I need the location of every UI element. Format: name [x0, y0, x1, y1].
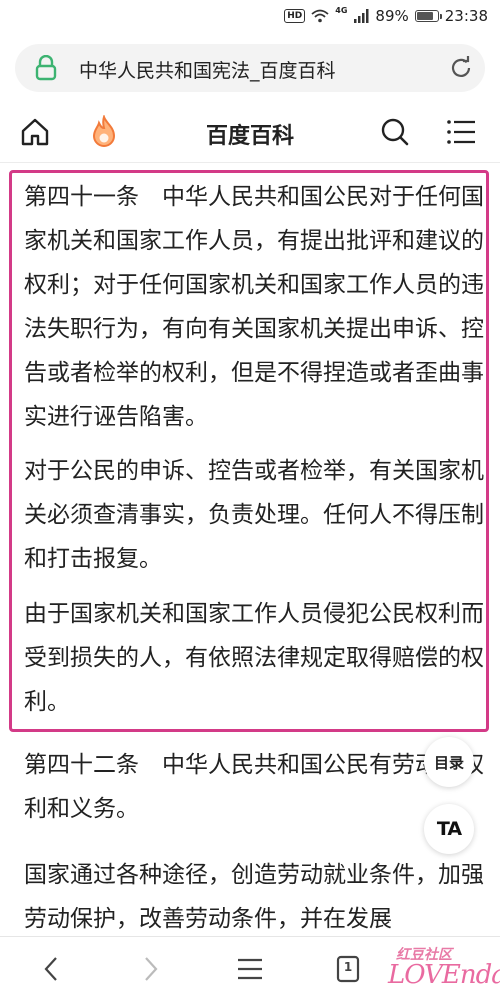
font-size-button[interactable]: TA [424, 804, 474, 854]
hd-badge: HD [284, 9, 306, 23]
toc-button[interactable]: 目录 [424, 737, 474, 787]
back-icon[interactable] [40, 955, 64, 983]
reload-icon[interactable] [449, 56, 473, 80]
article-paragraph: 由于国家机关和国家工作人员侵犯公民权利而受到损失的人，有依照法律规定取得赔偿的权… [24, 601, 484, 715]
clock: 23:38 [444, 7, 488, 25]
forward-icon[interactable] [138, 955, 162, 983]
article-paragraph: 第四十一条 中华人民共和国公民对于任何国家机关和国家工作人员，有提出批评和建议的… [24, 184, 484, 430]
site-title[interactable]: 百度百科 [0, 118, 500, 150]
watermark-bottom: LOVEnda [388, 960, 500, 990]
watermark: 红豆社区 LOVEnda [388, 944, 500, 994]
toc-label: 目录 [433, 753, 464, 772]
battery-percent: 89% [375, 7, 409, 25]
wifi-icon [311, 9, 329, 23]
status-indicators: HD 4G 89% 23:38 [284, 5, 488, 25]
font-size-label: TA [436, 818, 462, 840]
battery-fill [416, 12, 433, 20]
menu-icon[interactable] [446, 119, 476, 145]
tab-count: 1 [343, 960, 353, 974]
status-bar: HD 4G 89% 23:38 [0, 0, 500, 36]
url-bar[interactable]: 中华人民共和国宪法_百度百科 [15, 44, 485, 92]
tabs-button[interactable]: 1 [334, 955, 362, 983]
lock-icon [35, 55, 57, 81]
url-title[interactable]: 中华人民共和国宪法_百度百科 [79, 56, 336, 83]
article-paragraph: 对于公民的申诉、控告或者检举，有关国家机关必须查清事实，负责处理。任何人不得压制… [24, 458, 484, 572]
search-icon[interactable] [380, 117, 410, 147]
site-header: 百度百科 [0, 104, 500, 163]
hamburger-icon[interactable] [236, 955, 264, 983]
article-paragraph: 国家通过各种途径，创造劳动就业条件，加强劳动保护，改善劳动条件，并在发展 [24, 862, 484, 932]
battery-icon [414, 10, 442, 22]
signal-icon [354, 9, 369, 23]
network-type: 4G [335, 5, 348, 15]
